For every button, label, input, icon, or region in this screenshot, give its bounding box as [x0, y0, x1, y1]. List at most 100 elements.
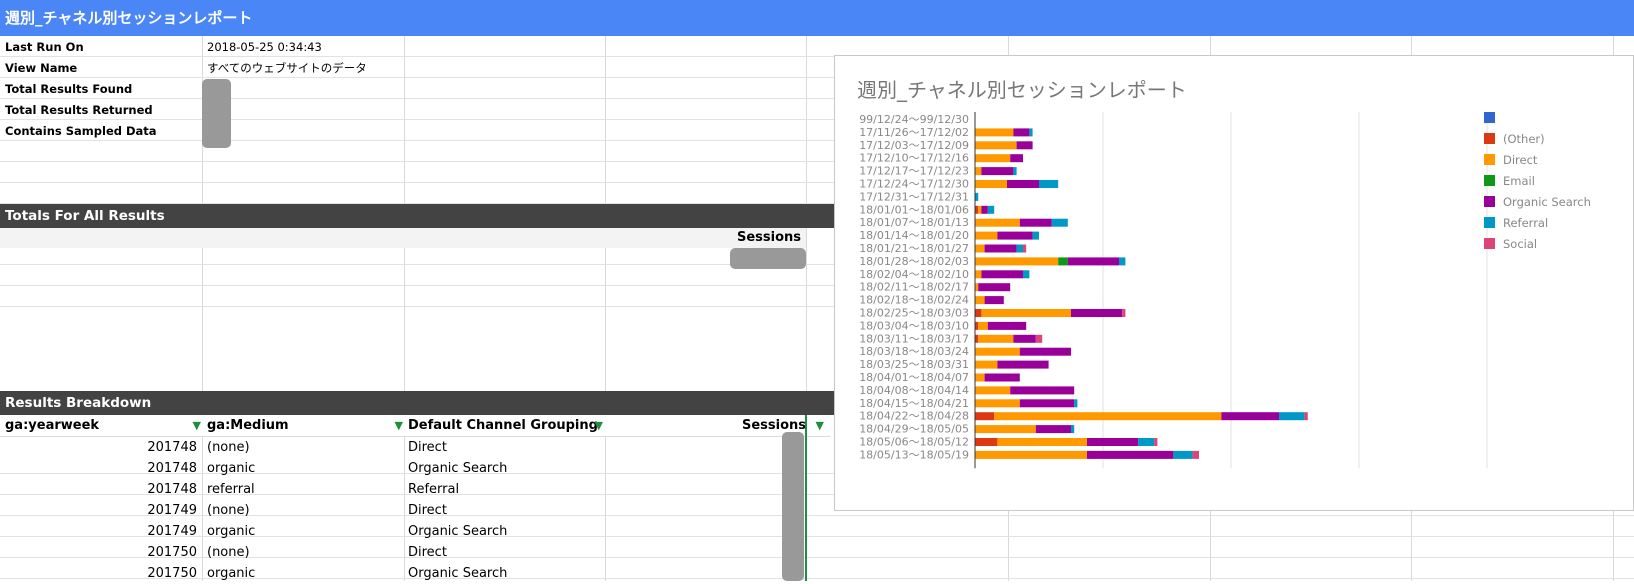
- category-label: 18/04/22〜18/04/28: [859, 410, 969, 423]
- bar-segment: [984, 373, 1020, 382]
- meta-label-last-run[interactable]: Last Run On: [5, 37, 84, 57]
- category-label: 18/02/04〜18/02/10: [859, 268, 969, 281]
- bar-segment: [975, 386, 1011, 395]
- cell-channel[interactable]: Organic Search: [408, 458, 598, 479]
- sheet-title-bar: 週別_チャネル別セッションレポート: [0, 0, 1634, 36]
- bar-segment: [975, 270, 982, 279]
- category-label: 18/05/06〜18/05/12: [859, 436, 969, 449]
- filter-icon[interactable]: ▼: [193, 415, 201, 436]
- cell-channel[interactable]: Direct: [408, 542, 598, 563]
- filter-icon[interactable]: ▼: [395, 415, 403, 436]
- cell-medium[interactable]: referral: [207, 479, 397, 500]
- bar-segment: [981, 270, 1023, 279]
- bar-segment: [975, 218, 1020, 227]
- column-header-medium[interactable]: ga:Medium ▼: [202, 415, 409, 437]
- category-label: 18/01/14〜18/01/20: [859, 229, 969, 242]
- bar-segment: [997, 360, 1049, 369]
- col-divider: [605, 36, 606, 581]
- redacted-block: [202, 79, 231, 148]
- totals-header-row: Sessions: [0, 228, 806, 248]
- cell-medium[interactable]: (none): [207, 437, 397, 458]
- cell-channel[interactable]: Referral: [408, 479, 598, 500]
- cell-medium[interactable]: organic: [207, 458, 397, 479]
- category-label: 17/11/26〜17/12/02: [859, 126, 969, 139]
- bar-segment: [1019, 399, 1075, 408]
- bar-segment: [1173, 450, 1193, 459]
- cell-channel[interactable]: Direct: [408, 500, 598, 521]
- legend-swatch: [1484, 196, 1495, 207]
- bar-segment: [1029, 128, 1033, 137]
- bar-segment: [975, 360, 998, 369]
- column-header-yearweek[interactable]: ga:yearweek ▼: [0, 415, 207, 437]
- totals-sessions-label[interactable]: Sessions: [737, 230, 801, 245]
- category-label: 18/04/08〜18/04/14: [859, 384, 969, 397]
- meta-label-sampled[interactable]: Contains Sampled Data: [5, 121, 157, 141]
- cell-yearweek[interactable]: 201748: [0, 458, 197, 479]
- cell-yearweek[interactable]: 201748: [0, 437, 197, 458]
- bar-segment: [1023, 244, 1027, 253]
- category-label: 18/01/21〜18/01/27: [859, 242, 969, 255]
- bar-segment: [978, 334, 1014, 343]
- bar-segment: [1279, 412, 1305, 421]
- cell-channel[interactable]: Direct: [408, 437, 598, 458]
- cell-yearweek[interactable]: 201750: [0, 542, 197, 563]
- meta-value-view-name[interactable]: すべてのウェブサイトのデータ: [207, 58, 367, 78]
- bar-segment: [975, 438, 998, 446]
- cell-medium[interactable]: (none): [207, 542, 397, 563]
- category-label: 17/12/31〜17/12/31: [859, 190, 969, 203]
- cell-medium[interactable]: organic: [207, 521, 397, 542]
- category-label: 18/01/28〜18/02/03: [859, 255, 969, 268]
- category-label: 18/03/04〜18/03/10: [859, 319, 969, 332]
- legend-label: (Other): [1503, 132, 1545, 146]
- breakdown-section-header[interactable]: Results Breakdown: [0, 391, 834, 415]
- category-label: 18/03/25〜18/03/31: [859, 358, 969, 371]
- bar-segment: [1154, 438, 1158, 446]
- bar-segment: [1071, 425, 1075, 434]
- category-label: 18/04/29〜18/05/05: [859, 423, 969, 436]
- bar-segment: [1039, 180, 1059, 188]
- cell-channel[interactable]: Organic Search: [408, 521, 598, 542]
- bar-segment: [1119, 257, 1126, 266]
- cell-yearweek[interactable]: 201748: [0, 479, 197, 500]
- bar-segment: [1007, 180, 1039, 188]
- cell-yearweek[interactable]: 201749: [0, 500, 197, 521]
- legend-label: Email: [1503, 174, 1535, 188]
- category-label: 18/02/25〜18/03/03: [859, 307, 969, 320]
- meta-label-view-name[interactable]: View Name: [5, 58, 77, 78]
- filter-icon[interactable]: ▼: [595, 415, 603, 436]
- bar-segment: [1010, 386, 1075, 395]
- bar-segment: [978, 205, 982, 214]
- bar-segment: [1067, 257, 1119, 266]
- filter-icon[interactable]: ▼: [816, 415, 824, 436]
- selection-border: [805, 415, 807, 581]
- bar-segment: [975, 450, 1087, 459]
- bar-segment: [1035, 334, 1043, 343]
- breakdown-section-title: Results Breakdown: [5, 395, 152, 411]
- column-header-channel-grouping[interactable]: Default Channel Grouping ▼: [404, 415, 609, 437]
- meta-value-last-run[interactable]: 2018-05-25 0:34:43: [207, 37, 322, 57]
- cell-medium[interactable]: (none): [207, 500, 397, 521]
- redacted-block: [782, 432, 804, 581]
- legend-swatch: [1484, 217, 1495, 228]
- cell-yearweek[interactable]: 201749: [0, 521, 197, 542]
- bar-segment: [1013, 167, 1017, 176]
- bar-segment: [975, 180, 1007, 188]
- legend-swatch: [1484, 133, 1495, 144]
- meta-label-total-returned[interactable]: Total Results Returned: [5, 100, 153, 120]
- bar-segment: [978, 283, 1011, 292]
- category-label: 18/02/11〜18/02/17: [859, 281, 969, 294]
- bar-segment: [975, 399, 1020, 408]
- bar-segment: [987, 205, 995, 214]
- bar-segment: [1016, 141, 1033, 150]
- chart-panel[interactable]: 週別_チャネル別セッションレポート 99/12/24〜99/12/30 17/11…: [834, 55, 1634, 511]
- legend-label: Referral: [1503, 216, 1548, 230]
- category-label: 18/04/15〜18/04/21: [859, 397, 969, 410]
- legend-swatch: [1484, 112, 1495, 123]
- bar-segment: [1074, 399, 1078, 408]
- bar-segment: [978, 321, 988, 330]
- meta-label-total-found[interactable]: Total Results Found: [5, 79, 132, 99]
- bar-segment: [997, 438, 1087, 446]
- column-header-label: ga:Medium: [207, 418, 289, 433]
- sheet-title: 週別_チャネル別セッションレポート: [5, 9, 253, 27]
- totals-section-header[interactable]: Totals For All Results: [0, 204, 834, 228]
